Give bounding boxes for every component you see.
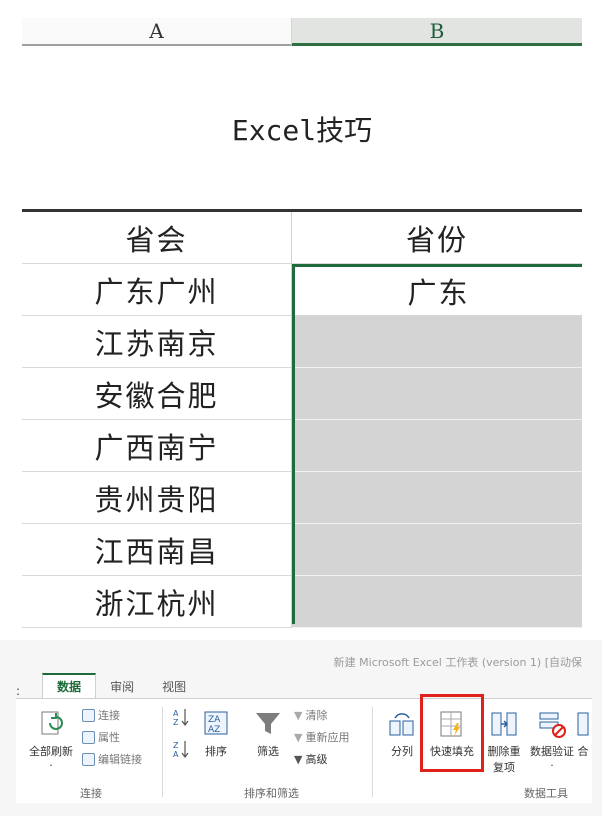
header-cell-b[interactable]: 省份 — [292, 212, 582, 264]
tab-view[interactable]: 视图 — [148, 675, 200, 698]
selection-border — [292, 264, 295, 624]
advanced-filter-button[interactable]: ▼ 高级 — [294, 751, 327, 767]
sort-button[interactable]: ZA AZ 排序 — [196, 709, 236, 759]
reapply-icon: ▼ — [294, 730, 303, 744]
window-title: 新建 Microsoft Excel 工作表 (version 1) [自动保 — [333, 656, 582, 669]
svg-text:Z: Z — [173, 718, 179, 727]
reapply-label: 重新应用 — [305, 731, 350, 744]
advanced-filter-label: 高级 — [305, 753, 328, 766]
svg-text:AZ: AZ — [208, 725, 220, 735]
edit-links-icon — [82, 752, 95, 766]
table-row: 安徽合肥 — [22, 368, 582, 420]
text-to-columns-icon — [389, 713, 414, 736]
merged-title-cell[interactable]: Excel技巧 — [22, 48, 582, 212]
connections-icon — [82, 708, 95, 722]
tab-overflow-marker[interactable]: : — [16, 684, 20, 698]
svg-text:Z: Z — [173, 741, 179, 750]
filter-label: 筛选 — [257, 745, 279, 758]
data-validation-button[interactable]: 数据验证· — [530, 709, 574, 772]
cell-province-selected[interactable] — [292, 420, 582, 472]
data-validation-label: 数据验证· — [530, 745, 574, 772]
clear-filter-label: 清除 — [305, 709, 328, 722]
clear-filter-icon: ▼ — [294, 708, 303, 722]
properties-button[interactable]: 属性 — [82, 729, 120, 745]
refresh-all-icon — [41, 711, 63, 735]
cell-province-capital[interactable]: 江苏南京 — [22, 316, 292, 368]
cell-province-capital[interactable]: 浙江杭州 — [22, 576, 292, 628]
ribbon-panel: 全部刷新 · 连接 属性 编辑链接 连接 A Z Z A ZA AZ 排序 筛选… — [16, 698, 592, 803]
table-row: 江苏南京 — [22, 316, 582, 368]
group-data-tools-label: 数据工具 — [524, 787, 568, 800]
cell-province-selected[interactable] — [292, 524, 582, 576]
cell-province-active[interactable]: 广东 — [292, 264, 582, 316]
table-row: 贵州贵阳 — [22, 472, 582, 524]
filter-button[interactable]: 筛选 — [246, 709, 290, 759]
sort-ascending-icon: A Z — [173, 709, 189, 727]
cell-province-capital[interactable]: 广西南宁 — [22, 420, 292, 472]
group-sort-filter-label: 排序和筛选 — [244, 787, 299, 800]
cell-province-selected[interactable] — [292, 576, 582, 628]
table-row: 广东广州 广东 — [22, 264, 582, 316]
clear-filter-button[interactable]: ▼ 清除 — [294, 707, 327, 723]
properties-icon — [82, 730, 95, 744]
ribbon-tabs: : 数据 审阅 视图 — [16, 673, 200, 698]
remove-duplicates-button[interactable]: 删除重复项 — [484, 709, 524, 775]
connections-label: 连接 — [98, 709, 120, 722]
group-connections-label: 连接 — [80, 787, 102, 800]
column-header-a[interactable]: A — [22, 18, 292, 46]
cell-province-selected[interactable] — [292, 472, 582, 524]
advanced-filter-icon: ▼ — [294, 752, 303, 766]
svg-text:A: A — [173, 709, 179, 718]
refresh-all-dropdown[interactable]: · — [49, 759, 53, 772]
cell-province-capital[interactable]: 江西南昌 — [22, 524, 292, 576]
cell-province-capital[interactable]: 广东广州 — [22, 264, 292, 316]
connections-button[interactable]: 连接 — [82, 707, 120, 723]
svg-text:A: A — [173, 750, 179, 759]
cell-province-capital[interactable]: 安徽合肥 — [22, 368, 292, 420]
ribbon: 新建 Microsoft Excel 工作表 (version 1) [自动保 … — [0, 640, 602, 816]
reapply-button[interactable]: ▼ 重新应用 — [294, 729, 349, 745]
remove-duplicates-icon — [491, 712, 517, 736]
text-to-columns-button[interactable]: 分列 — [382, 709, 422, 759]
remove-duplicates-label: 删除重复项 — [487, 745, 521, 774]
table-row: 广西南宁 — [22, 420, 582, 472]
group-separator — [162, 707, 163, 797]
text-to-columns-label: 分列 — [391, 745, 413, 758]
edit-links-button[interactable]: 编辑链接 — [82, 751, 142, 767]
cell-province-selected[interactable] — [292, 368, 582, 420]
consolidate-icon — [577, 712, 589, 736]
cell-province-capital[interactable]: 贵州贵阳 — [22, 472, 292, 524]
column-header-b[interactable]: B — [292, 18, 582, 46]
data-validation-icon — [539, 712, 566, 738]
spreadsheet: A B Excel技巧 省会 省份 广东广州 广东 江苏南京 安徽合肥 广西南宁 贵州贵阳… — [0, 0, 602, 640]
svg-text:ZA: ZA — [208, 715, 221, 725]
sort-label: 排序 — [205, 745, 227, 758]
group-separator — [372, 707, 373, 797]
edit-links-label: 编辑链接 — [98, 753, 142, 766]
sort-icon: ZA AZ — [204, 711, 228, 735]
sort-descending-button[interactable]: Z A — [172, 739, 190, 759]
cell-province-selected[interactable] — [292, 316, 582, 368]
header-cell-a[interactable]: 省会 — [22, 212, 292, 264]
tab-data[interactable]: 数据 — [42, 673, 97, 698]
table-row: 江西南昌 — [22, 524, 582, 576]
header-row: 省会 省份 — [22, 212, 582, 264]
properties-label: 属性 — [98, 731, 120, 744]
tab-review[interactable]: 审阅 — [96, 675, 148, 698]
refresh-all-button[interactable]: 全部刷新 · — [24, 709, 78, 772]
flash-fill-highlight-box — [420, 694, 484, 772]
consolidate-button[interactable]: 合 — [576, 709, 590, 759]
sort-ascending-button[interactable]: A Z — [172, 707, 190, 727]
refresh-all-label: 全部刷新 — [29, 745, 73, 758]
sort-descending-icon: Z A — [173, 741, 189, 759]
filter-funnel-icon — [256, 713, 280, 734]
consolidate-label: 合 — [577, 745, 589, 758]
table-row: 浙江杭州 — [22, 576, 582, 628]
